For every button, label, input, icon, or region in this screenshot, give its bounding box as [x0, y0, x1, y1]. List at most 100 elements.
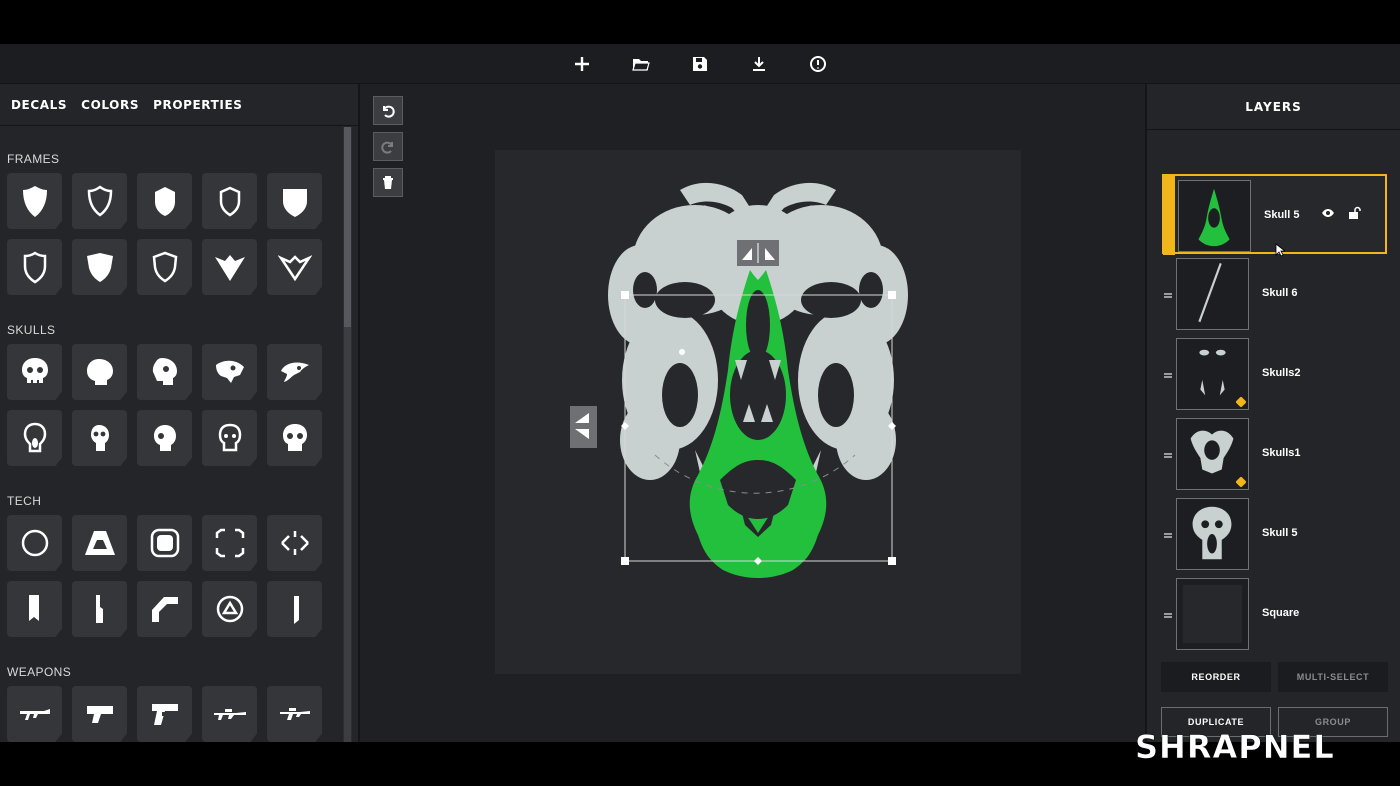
decal-tile[interactable]	[137, 686, 192, 742]
layer-row[interactable]: Skulls1	[1162, 414, 1387, 494]
skull-icon	[90, 425, 109, 451]
redo-button[interactable]	[373, 132, 403, 161]
decal-tile[interactable]	[267, 239, 322, 295]
crosshair-icon	[280, 531, 309, 555]
decal-tile[interactable]	[202, 581, 257, 637]
layer-row[interactable]: Skull 5	[1162, 494, 1387, 574]
reorder-button[interactable]: REORDER	[1161, 662, 1271, 692]
smg-icon	[279, 708, 310, 720]
decal-composition[interactable]	[495, 150, 1021, 674]
decal-tile[interactable]	[7, 581, 62, 637]
save-button[interactable]	[688, 52, 712, 76]
layer-row[interactable]: Skull 5	[1162, 174, 1387, 255]
mirror-horizontal-handle[interactable]	[737, 240, 779, 266]
skull-icon	[282, 424, 307, 451]
tab-properties[interactable]: PROPERTIES	[153, 98, 242, 112]
decal-tile[interactable]	[7, 239, 62, 295]
decal-tile[interactable]	[7, 410, 62, 466]
info-icon	[810, 55, 826, 72]
artboard[interactable]	[495, 150, 1021, 674]
decal-tile[interactable]	[72, 515, 127, 571]
decal-tile[interactable]	[137, 239, 192, 295]
decal-tile[interactable]	[7, 686, 62, 742]
undo-button[interactable]	[373, 96, 403, 125]
active-layer-marker	[1163, 175, 1175, 255]
layer-name: Skulls2	[1262, 367, 1301, 379]
tab-decals[interactable]: DECALS	[11, 98, 67, 112]
layer-actions-row: REORDER MULTI-SELECT	[1161, 662, 1388, 692]
asset-list[interactable]: FRAMES SKULLS TECH WEAPONS	[0, 127, 342, 742]
decal-tile[interactable]	[202, 410, 257, 466]
screaming-skull-icon	[23, 422, 46, 453]
shield-outline-icon	[23, 251, 46, 284]
folder-open-icon	[632, 58, 650, 71]
download-icon	[753, 56, 765, 71]
target-icon	[216, 595, 243, 623]
tech-grid	[0, 515, 342, 637]
drag-handle-icon[interactable]	[1164, 533, 1172, 535]
blade-thumbnail-icon	[1198, 262, 1222, 323]
decal-tile[interactable]	[267, 344, 322, 400]
drag-handle-icon[interactable]	[1164, 293, 1172, 295]
square-thumbnail-icon	[1182, 584, 1243, 644]
decal-tile[interactable]	[137, 344, 192, 400]
decal-tile[interactable]	[267, 515, 322, 571]
resize-handle[interactable]	[888, 291, 896, 299]
scrollbar-thumb[interactable]	[344, 127, 351, 327]
shield-icon	[86, 253, 113, 282]
decal-tile[interactable]	[202, 686, 257, 742]
decal-tile[interactable]	[7, 344, 62, 400]
open-button[interactable]	[629, 52, 653, 76]
drag-handle-icon[interactable]	[1164, 613, 1172, 615]
decal-tile[interactable]	[72, 239, 127, 295]
info-button[interactable]	[806, 52, 830, 76]
decal-tile[interactable]	[72, 410, 127, 466]
decal-tile[interactable]	[7, 515, 62, 571]
snake-skull-icon	[280, 362, 309, 382]
decal-tile[interactable]	[202, 173, 257, 229]
decal-tile[interactable]	[267, 581, 322, 637]
decal-tile[interactable]	[137, 515, 192, 571]
multi-select-button[interactable]: MULTI-SELECT	[1278, 662, 1388, 692]
mirror-vertical-handle[interactable]	[570, 406, 597, 448]
decal-tile[interactable]	[202, 344, 257, 400]
decal-tile[interactable]	[137, 173, 192, 229]
decal-tile[interactable]	[202, 239, 257, 295]
delete-button[interactable]	[373, 168, 403, 197]
skull-outline-icon	[218, 423, 241, 452]
decal-tile[interactable]	[137, 581, 192, 637]
decal-tile[interactable]	[72, 686, 127, 742]
decal-tile[interactable]	[267, 173, 322, 229]
decal-tile[interactable]	[72, 581, 127, 637]
decal-tile[interactable]	[137, 410, 192, 466]
layer-row[interactable]: Square	[1162, 574, 1387, 654]
layer-row[interactable]: Skull 6	[1162, 254, 1387, 334]
layer-row[interactable]: Skulls2	[1162, 334, 1387, 414]
new-button[interactable]	[570, 52, 594, 76]
asset-scrollbar[interactable]	[343, 127, 352, 742]
bar-icon	[95, 595, 103, 623]
drag-handle-icon[interactable]	[1164, 373, 1172, 375]
undo-icon	[383, 105, 395, 118]
decal-tile[interactable]	[72, 344, 127, 400]
decal-tile[interactable]	[267, 410, 322, 466]
eye-icon[interactable]	[1321, 206, 1335, 220]
decal-tile[interactable]	[7, 173, 62, 229]
layer-thumbnail	[1176, 578, 1249, 650]
unlock-icon[interactable]	[1347, 206, 1361, 220]
resize-handle[interactable]	[621, 557, 629, 565]
tab-colors[interactable]: COLORS	[81, 98, 139, 112]
scrollbar-track	[344, 327, 351, 742]
resize-handle[interactable]	[621, 291, 629, 299]
rotate-handle[interactable]	[679, 349, 685, 355]
redo-icon	[381, 141, 393, 154]
download-button[interactable]	[747, 52, 771, 76]
square-frame-icon	[150, 528, 179, 558]
chevron-outline-icon	[277, 255, 312, 282]
decal-tile[interactable]	[202, 515, 257, 571]
decal-tile[interactable]	[72, 173, 127, 229]
resize-handle[interactable]	[888, 557, 896, 565]
drag-handle-icon[interactable]	[1164, 453, 1172, 455]
frames-grid	[0, 173, 342, 295]
decal-tile[interactable]	[267, 686, 322, 742]
